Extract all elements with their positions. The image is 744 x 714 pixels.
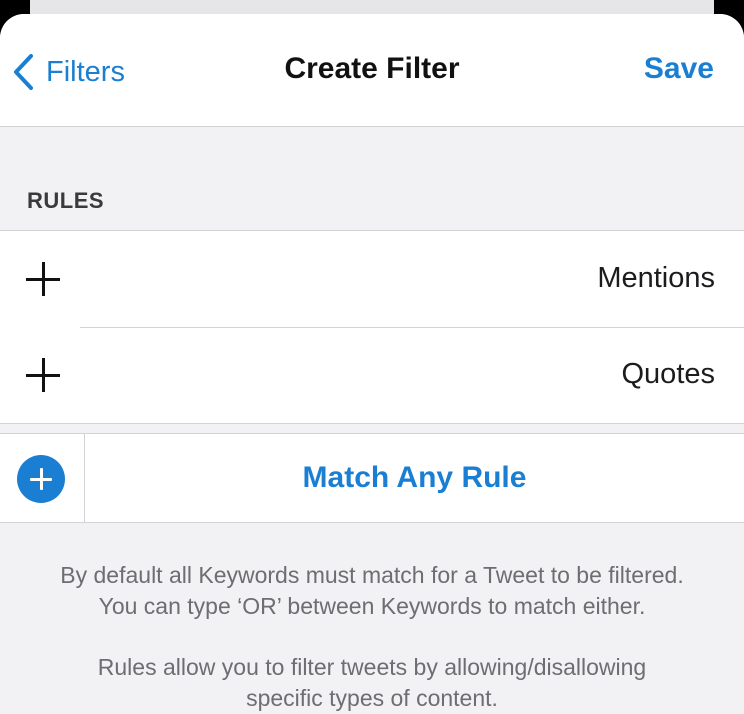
rule-row-quotes[interactable]: Quotes [0, 327, 744, 423]
rule-row-mentions[interactable]: Mentions [0, 231, 744, 327]
rule-label: Mentions [597, 262, 715, 294]
help-line: You can type ‘OR’ between Keywords to ma… [98, 593, 646, 619]
plus-icon[interactable] [26, 358, 60, 392]
navigation-bar: Filters Create Filter Save [0, 14, 744, 127]
match-icon-cell [0, 434, 85, 522]
match-any-rule-row[interactable]: Match Any Rule [0, 433, 744, 523]
help-line: Rules allow you to filter tweets by allo… [97, 654, 647, 680]
rules-help-text: Rules allow you to filter tweets by allo… [10, 652, 734, 714]
help-line: By default all Keywords must match for a… [60, 562, 684, 588]
rules-list: Mentions Quotes [0, 230, 744, 424]
plus-icon[interactable] [26, 262, 60, 296]
save-button[interactable]: Save [644, 52, 714, 86]
match-any-rule-button[interactable]: Match Any Rule [85, 461, 744, 495]
circle-plus-icon[interactable] [17, 455, 65, 503]
page-title: Create Filter [284, 52, 460, 85]
rules-section-header: RULES [27, 188, 105, 213]
help-line: specific types of content. [246, 685, 498, 711]
keywords-help-text: By default all Keywords must match for a… [10, 560, 734, 622]
rule-label: Quotes [621, 358, 716, 390]
create-filter-sheet: Filters Create Filter Save RULES Mention… [0, 14, 744, 714]
